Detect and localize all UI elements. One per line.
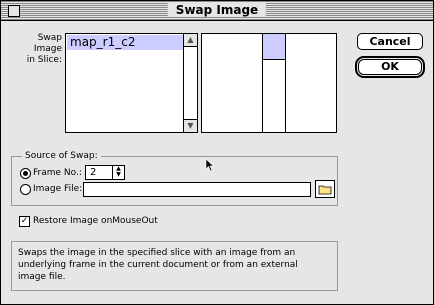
frame-number-stepper[interactable]: 2 ▲ ▼ (85, 165, 125, 180)
description-text: Swaps the image in the specified slice w… (18, 248, 298, 282)
preview-column (262, 34, 286, 132)
image-file-label: Image File: (33, 184, 83, 194)
slice-preview (201, 33, 337, 133)
cancel-button[interactable]: Cancel (357, 33, 423, 50)
image-file-field[interactable] (83, 182, 311, 197)
slice-label: Swap Image in Slice: (9, 33, 62, 66)
slice-list[interactable]: map_r1_c2 ▲ ▼ (65, 33, 198, 133)
frame-number-value: 2 (90, 167, 97, 178)
restore-checkbox[interactable]: ✓ (19, 216, 30, 227)
slice-label-line1: Swap Image (33, 33, 62, 54)
frame-label: Frame No.: (33, 168, 82, 178)
frame-radio[interactable] (20, 168, 31, 179)
swap-image-dialog: Swap Image Swap Image in Slice: map_r1_c… (0, 0, 434, 305)
arrow-cursor-icon (205, 158, 215, 172)
dialog-title: Swap Image (167, 3, 267, 17)
checkmark-icon: ✓ (20, 216, 29, 226)
preview-selected-slice (263, 34, 285, 60)
description-box: Swaps the image in the specified slice w… (11, 241, 338, 291)
slice-list-item[interactable]: map_r1_c2 (67, 35, 186, 50)
scroll-up-arrow-icon[interactable]: ▲ (184, 34, 197, 47)
folder-icon-graphic (318, 185, 332, 195)
source-legend: Source of Swap: (22, 150, 101, 162)
source-of-swap-group: Source of Swap: (11, 150, 338, 206)
restore-label: Restore Image onMouseOut (33, 216, 158, 226)
stepper-arrows-icon[interactable]: ▲ ▼ (112, 166, 124, 179)
slice-list-scrollbar[interactable]: ▲ ▼ (183, 34, 197, 132)
scroll-down-arrow-icon[interactable]: ▼ (184, 119, 197, 132)
close-box-icon[interactable] (8, 5, 20, 17)
title-bar[interactable]: Swap Image (1, 1, 433, 21)
ok-button[interactable]: OK (355, 56, 425, 78)
slice-label-line2: in Slice: (26, 55, 62, 65)
image-file-radio[interactable] (20, 184, 31, 195)
folder-icon[interactable] (315, 180, 335, 198)
